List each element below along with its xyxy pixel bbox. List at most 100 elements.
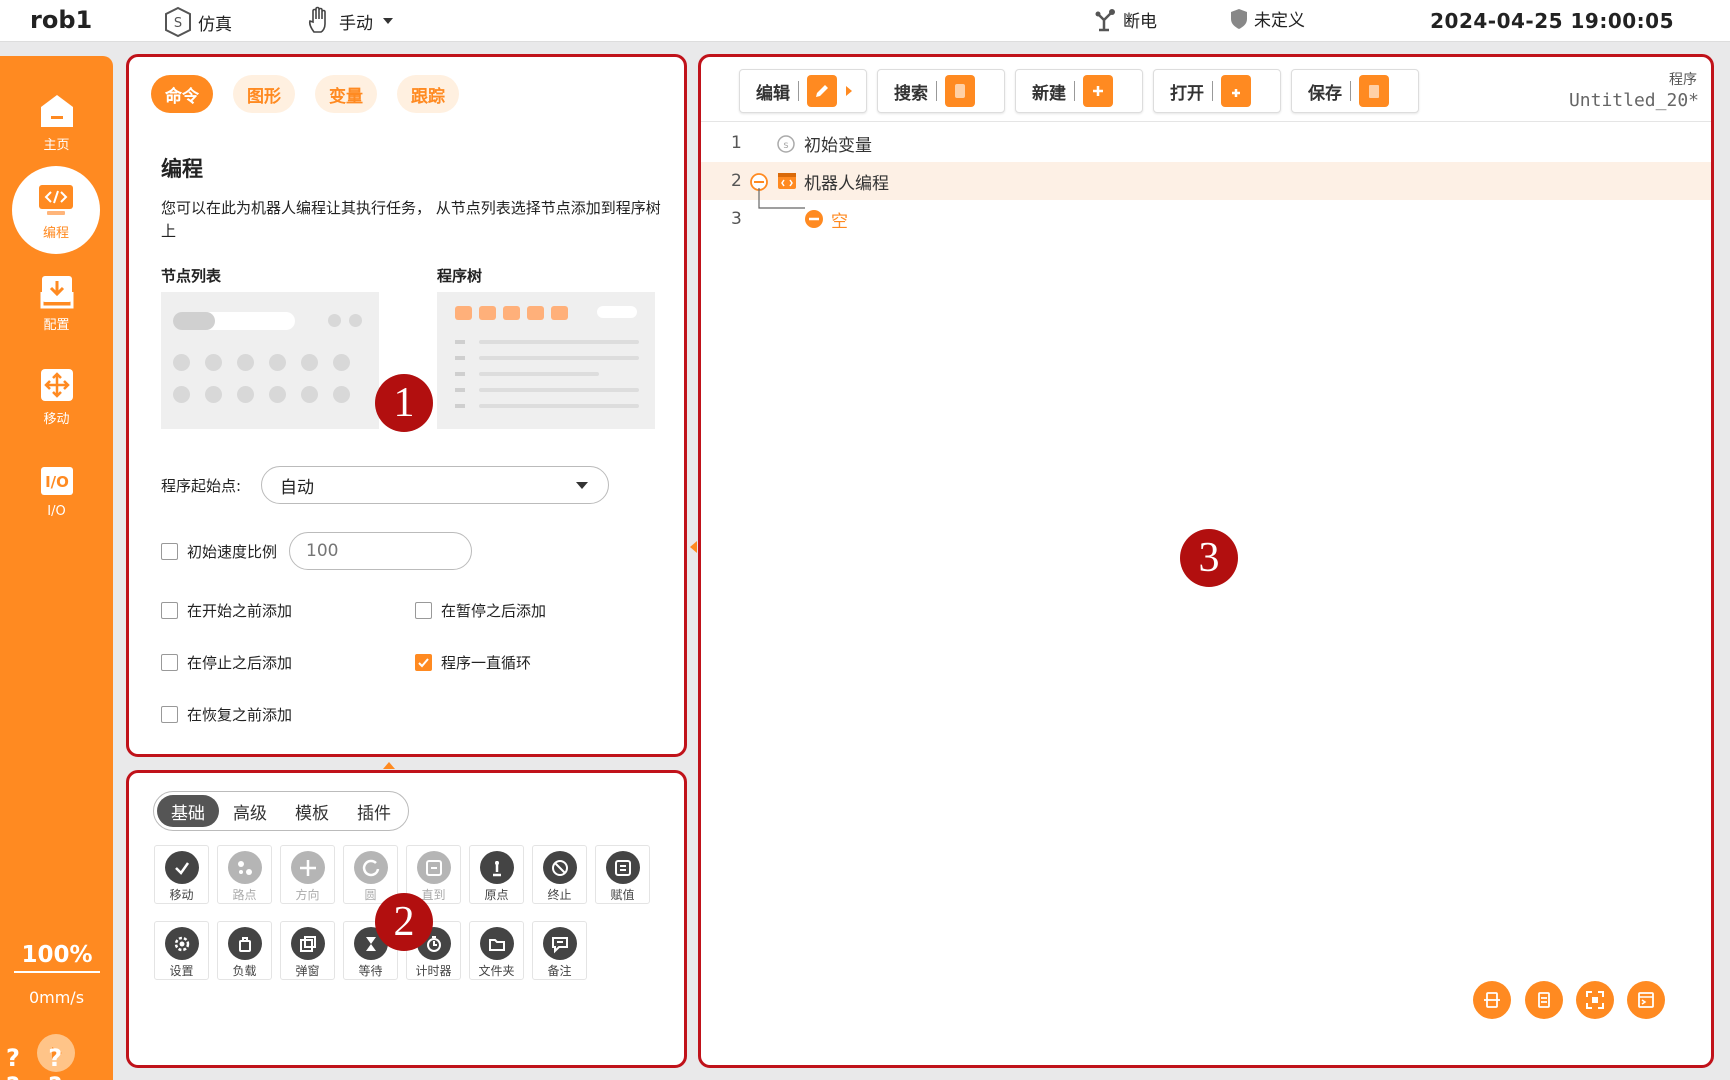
help-marks[interactable]: ? ? ? ? xyxy=(6,1044,113,1080)
speed-value: 0mm/s xyxy=(28,988,85,1007)
add-after-stop-checkbox[interactable]: 在停止之后添加 xyxy=(161,652,292,673)
save-label: 保存 xyxy=(1308,83,1342,104)
marker-3: 3 xyxy=(1180,529,1238,587)
line-number: 3 xyxy=(731,209,742,229)
tree-row-selected[interactable]: 2 机器人编程 xyxy=(701,162,1711,200)
start-point-value: 自动 xyxy=(280,477,314,498)
node-circle[interactable]: 圆 xyxy=(343,845,398,904)
expand-tree-button[interactable] xyxy=(1473,981,1511,1019)
category-plugin[interactable]: 插件 xyxy=(343,795,405,827)
search-icon xyxy=(945,75,975,107)
category-template[interactable]: 模板 xyxy=(281,795,343,827)
collapse-arrow-icon[interactable] xyxy=(382,760,396,770)
mode-selector[interactable]: 手动 xyxy=(305,6,399,36)
tab-graphics[interactable]: 图形 xyxy=(233,75,295,113)
node-direction[interactable]: 方向 xyxy=(280,845,335,904)
collapse-tree-button[interactable] xyxy=(1525,981,1563,1019)
speed-percent[interactable]: 100% xyxy=(14,942,100,973)
variable-node-icon: s xyxy=(777,135,795,153)
node-folder[interactable]: 文件夹 xyxy=(469,921,524,980)
checkbox-box[interactable] xyxy=(415,602,432,619)
loop-forever-checkbox[interactable]: 程序一直循环 xyxy=(415,652,531,673)
category-advanced[interactable]: 高级 xyxy=(219,795,281,827)
edit-button[interactable]: 编辑 xyxy=(739,69,867,113)
node-move[interactable]: 移动 xyxy=(154,845,209,904)
safety-status[interactable]: 未定义 xyxy=(1228,6,1305,31)
new-button[interactable]: 新建 xyxy=(1015,69,1143,113)
tree-row[interactable]: 1 s 初始变量 xyxy=(701,124,1711,162)
tab-command[interactable]: 命令 xyxy=(151,75,213,113)
panel-description: 您可以在此为机器人编程让其执行任务， 从节点列表选择节点添加到程序树上 xyxy=(161,199,661,240)
line-number: 1 xyxy=(731,133,742,153)
save-button[interactable]: 保存 xyxy=(1291,69,1419,113)
side-collapse-arrow-icon[interactable] xyxy=(688,540,698,554)
checkbox-label: 在停止之后添加 xyxy=(187,654,293,672)
node-stop[interactable]: 终止 xyxy=(532,845,587,904)
add-after-pause-checkbox[interactable]: 在暂停之后添加 xyxy=(415,600,546,621)
node-list-label: 节点列表 xyxy=(161,267,222,285)
node-origin[interactable]: 原点 xyxy=(469,845,524,904)
robot-name: rob1 xyxy=(30,6,93,34)
checkbox-box[interactable] xyxy=(161,706,178,723)
simulation-icon: S xyxy=(165,6,191,38)
checkbox-box-checked[interactable] xyxy=(415,654,432,671)
open-button[interactable]: 打开 xyxy=(1153,69,1281,113)
add-before-start-checkbox[interactable]: 在开始之前添加 xyxy=(161,600,292,621)
open-folder-icon xyxy=(1221,75,1251,107)
waypoint-icon xyxy=(227,851,262,884)
marker-2: 2 xyxy=(375,893,433,951)
tab-variables[interactable]: 变量 xyxy=(315,75,377,113)
svg-text:s: s xyxy=(783,140,788,151)
sidebar-item-move[interactable]: 移动 xyxy=(0,352,113,440)
checkbox-label: 在暂停之后添加 xyxy=(441,602,547,620)
simulation-toggle[interactable]: S 仿真 xyxy=(162,6,232,38)
add-before-resume-checkbox[interactable]: 在恢复之前添加 xyxy=(161,704,292,725)
init-speed-input[interactable] xyxy=(289,532,472,570)
new-label: 新建 xyxy=(1032,83,1066,104)
sidebar-item-config[interactable]: 配置 xyxy=(0,258,113,346)
sidebar-item-label: I/O xyxy=(47,503,66,519)
save-icon xyxy=(1359,75,1389,107)
node-assign[interactable]: 赋值 xyxy=(595,845,650,904)
stop-icon xyxy=(542,851,577,884)
node-popup[interactable]: 弹窗 xyxy=(280,921,335,980)
checkbox-box[interactable] xyxy=(161,654,178,671)
checkbox-box[interactable] xyxy=(161,602,178,619)
checkbox-box[interactable] xyxy=(161,543,178,560)
checkbox-label: 在开始之前添加 xyxy=(187,602,293,620)
power-status[interactable]: 断电 xyxy=(1095,6,1157,32)
node-comment[interactable]: 备注 xyxy=(532,921,587,980)
sidebar-item-label: 配置 xyxy=(43,317,70,333)
program-tree-illustration xyxy=(437,292,655,429)
simulation-label: 仿真 xyxy=(198,14,232,35)
sidebar-item-home[interactable]: 主页 xyxy=(0,78,113,166)
safety-label: 未定义 xyxy=(1254,11,1305,31)
hand-icon xyxy=(308,6,326,33)
program-label: 程序 xyxy=(1669,72,1697,88)
init-speed-checkbox[interactable]: 初始速度比例 xyxy=(161,541,277,562)
node-waypoint[interactable]: 路点 xyxy=(217,845,272,904)
search-button[interactable]: 搜索 xyxy=(877,69,1005,113)
program-tree-panel: 编辑 搜索 新建 打开 保存 程序 Untitled_20* 1 s 初始变量 … xyxy=(698,54,1714,1068)
move-icon xyxy=(40,368,73,401)
chevron-down-icon xyxy=(576,482,588,489)
node-payload[interactable]: 负载 xyxy=(217,921,272,980)
fit-view-button[interactable] xyxy=(1576,981,1614,1019)
script-view-button[interactable] xyxy=(1627,981,1665,1019)
tree-row[interactable]: 3 空 xyxy=(701,188,1711,238)
chevron-right-icon xyxy=(846,86,852,96)
tab-trace[interactable]: 跟踪 xyxy=(397,75,459,113)
power-label: 断电 xyxy=(1123,11,1157,32)
node-palette-panel: 基础 高级 模板 插件 移动 路点 方向 圆 直到 原点 终止 赋值 设置 负载… xyxy=(126,770,687,1068)
tree-node-label: 初始变量 xyxy=(804,135,872,156)
tree-node-label: 空 xyxy=(831,211,848,232)
sidebar-item-programming[interactable]: 编程 xyxy=(12,166,100,254)
open-label: 打开 xyxy=(1170,83,1204,104)
home-icon xyxy=(40,94,73,127)
node-settings[interactable]: 设置 xyxy=(154,921,209,980)
start-point-dropdown[interactable]: 自动 xyxy=(261,466,609,504)
category-basic[interactable]: 基础 xyxy=(157,795,219,827)
sidebar-item-io[interactable]: I/O I/O xyxy=(0,446,113,534)
sidebar-item-label: 移动 xyxy=(43,411,70,427)
search-label: 搜索 xyxy=(894,83,928,104)
